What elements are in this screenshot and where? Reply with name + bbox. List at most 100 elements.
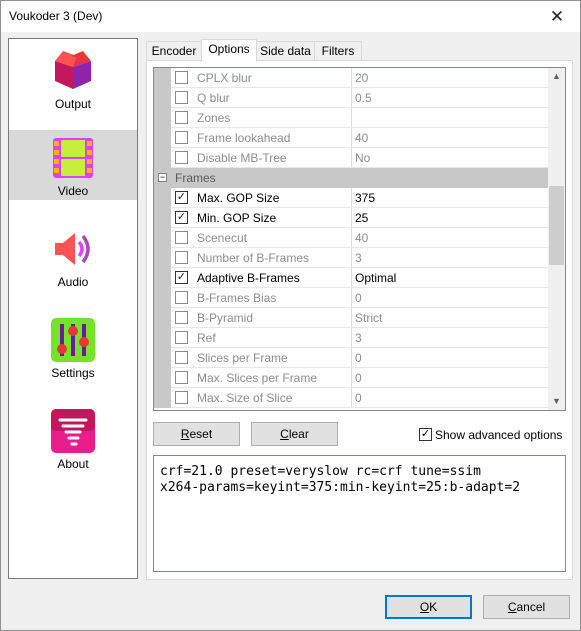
property-row[interactable]: Disable MB-Tree No	[154, 148, 548, 168]
property-value[interactable]: 0	[355, 371, 545, 385]
property-value[interactable]: 0	[355, 291, 545, 305]
column-splitter[interactable]	[351, 388, 352, 408]
column-splitter[interactable]	[351, 208, 352, 228]
column-splitter[interactable]	[351, 88, 352, 108]
grid-scrollbar[interactable]: ▲ ▼	[548, 68, 565, 410]
nav-item-about[interactable]: About	[9, 403, 137, 473]
property-checkbox[interactable]	[175, 371, 188, 384]
column-splitter[interactable]	[351, 108, 352, 128]
property-value[interactable]: 0.5	[355, 91, 545, 105]
title-bar[interactable]: Voukoder 3 (Dev) ✕	[1, 1, 580, 32]
property-value[interactable]: 40	[355, 131, 545, 145]
property-checkbox[interactable]	[175, 311, 188, 324]
row-margin	[154, 328, 171, 348]
category-row[interactable]: − Frames	[154, 168, 548, 188]
property-row[interactable]: Q blur 0.5	[154, 88, 548, 108]
property-row[interactable]: Scenecut 40	[154, 228, 548, 248]
column-splitter[interactable]	[351, 188, 352, 208]
scroll-thumb[interactable]	[549, 186, 564, 265]
scroll-up-icon[interactable]: ▲	[548, 68, 565, 85]
reset-button[interactable]: Reset	[153, 422, 240, 446]
nav-item-settings[interactable]: Settings	[9, 312, 137, 382]
nav-item-label: Video	[57, 184, 89, 198]
nav-item-output[interactable]: Output	[9, 43, 137, 113]
column-splitter[interactable]	[351, 308, 352, 328]
column-splitter[interactable]	[351, 328, 352, 348]
cancel-button[interactable]: Cancel	[483, 595, 570, 619]
property-row[interactable]: ✓ Max. GOP Size 375	[154, 188, 548, 208]
property-value[interactable]: 375	[355, 191, 545, 205]
property-checkbox[interactable]	[175, 231, 188, 244]
property-value[interactable]: Optimal	[355, 271, 545, 285]
property-checkbox[interactable]: ✓	[175, 211, 188, 224]
property-checkbox[interactable]: ✓	[175, 271, 188, 284]
property-checkbox[interactable]	[175, 111, 188, 124]
command-line-preview[interactable]: crf=21.0 preset=veryslow rc=crf tune=ssi…	[153, 455, 566, 572]
property-checkbox[interactable]	[175, 291, 188, 304]
property-row[interactable]: CPLX blur 20	[154, 68, 548, 88]
collapse-icon[interactable]: −	[158, 173, 167, 182]
property-checkbox[interactable]	[175, 91, 188, 104]
property-row[interactable]: B-Pyramid Strict	[154, 308, 548, 328]
property-row[interactable]: Max. Size of Slice 0	[154, 388, 548, 408]
property-row[interactable]: B-Frames Bias 0	[154, 288, 548, 308]
property-checkbox[interactable]	[175, 391, 188, 404]
property-value[interactable]: No	[355, 151, 545, 165]
property-value[interactable]: 20	[355, 71, 545, 85]
property-checkbox[interactable]	[175, 131, 188, 144]
close-icon[interactable]: ✕	[534, 1, 580, 32]
property-value[interactable]: 3	[355, 251, 545, 265]
nav-item-label: Settings	[51, 366, 95, 380]
property-checkbox[interactable]	[175, 351, 188, 364]
nav-item-video[interactable]: Video	[9, 130, 137, 200]
row-margin	[154, 388, 171, 408]
clear-button[interactable]: Clear	[251, 422, 338, 446]
property-checkbox[interactable]	[175, 331, 188, 344]
tab-options[interactable]: Options	[201, 39, 257, 62]
property-checkbox[interactable]	[175, 151, 188, 164]
property-row[interactable]: ✓ Adaptive B-Frames Optimal	[154, 268, 548, 288]
column-splitter[interactable]	[351, 128, 352, 148]
property-checkbox[interactable]	[175, 71, 188, 84]
row-margin	[154, 88, 171, 108]
property-value[interactable]: Strict	[355, 311, 545, 325]
tab-encoder[interactable]: Encoder	[146, 41, 202, 61]
property-value[interactable]: 3	[355, 331, 545, 345]
property-value[interactable]: 25	[355, 211, 545, 225]
property-row[interactable]: Slices per Frame 0	[154, 348, 548, 368]
nav-item-label: Audio	[57, 275, 89, 289]
property-value[interactable]: 40	[355, 231, 545, 245]
column-splitter[interactable]	[351, 268, 352, 288]
column-splitter[interactable]	[351, 68, 352, 88]
property-row[interactable]: Number of B-Frames 3	[154, 248, 548, 268]
scroll-down-icon[interactable]: ▼	[548, 393, 565, 410]
row-margin	[154, 248, 171, 268]
row-margin	[154, 348, 171, 368]
column-splitter[interactable]	[351, 148, 352, 168]
column-splitter[interactable]	[351, 368, 352, 388]
nav-item-audio[interactable]: Audio	[9, 221, 137, 291]
property-value[interactable]: 0	[355, 351, 545, 365]
property-name: Frame lookahead	[197, 131, 291, 145]
property-checkbox[interactable]	[175, 251, 188, 264]
property-row[interactable]: Ref 3	[154, 328, 548, 348]
column-splitter[interactable]	[351, 348, 352, 368]
settings-sliders-icon	[51, 318, 95, 362]
row-margin	[154, 188, 171, 208]
row-margin	[154, 208, 171, 228]
property-value[interactable]: 0	[355, 391, 545, 405]
tab-filters[interactable]: Filters	[314, 41, 362, 61]
video-film-icon	[53, 138, 93, 178]
ok-button[interactable]: OK	[385, 595, 472, 619]
property-row[interactable]: ✓ Min. GOP Size 25	[154, 208, 548, 228]
property-row[interactable]: Zones	[154, 108, 548, 128]
checkbox-box[interactable]: ✓	[419, 428, 432, 441]
column-splitter[interactable]	[351, 288, 352, 308]
column-splitter[interactable]	[351, 228, 352, 248]
property-row[interactable]: Max. Slices per Frame 0	[154, 368, 548, 388]
property-checkbox[interactable]: ✓	[175, 191, 188, 204]
column-splitter[interactable]	[351, 248, 352, 268]
window-title: Voukoder 3 (Dev)	[9, 9, 103, 23]
property-row[interactable]: Frame lookahead 40	[154, 128, 548, 148]
tab-side-data[interactable]: Side data	[256, 41, 315, 61]
